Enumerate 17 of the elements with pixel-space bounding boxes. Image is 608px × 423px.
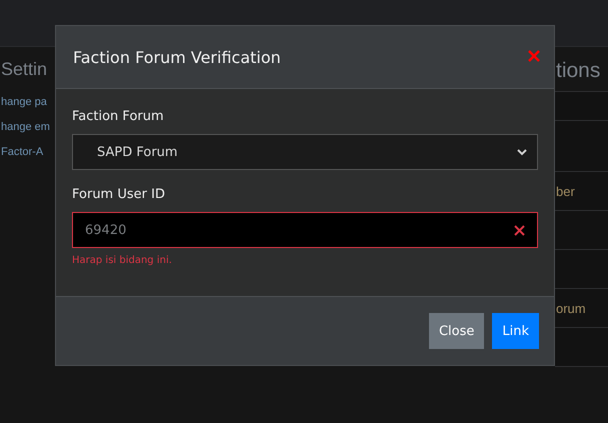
input-field[interactable]: 69420	[72, 212, 538, 248]
settings-link[interactable]: Factor-A	[1, 140, 44, 165]
close-icon[interactable]	[528, 50, 540, 62]
dropdown[interactable]: SAPD Forum	[72, 134, 538, 170]
modal-title: Faction Forum Verification	[73, 48, 281, 66]
link-button[interactable]: Link	[492, 313, 539, 349]
panel-title: Settin	[1, 59, 48, 80]
error-icon	[514, 224, 525, 236]
close-button[interactable]: Close	[428, 313, 484, 349]
field-label: Forum User ID	[72, 187, 166, 202]
field-label: Faction Forum	[72, 109, 165, 124]
settings-link[interactable]: hange pa	[1, 90, 47, 115]
settings-link[interactable]: hange em	[1, 115, 50, 140]
caret-icon	[517, 148, 527, 156]
error-message: Harap isi bidang ini.	[72, 255, 173, 266]
table-cell: ber	[556, 184, 575, 198]
table-cell: orum	[556, 300, 586, 316]
